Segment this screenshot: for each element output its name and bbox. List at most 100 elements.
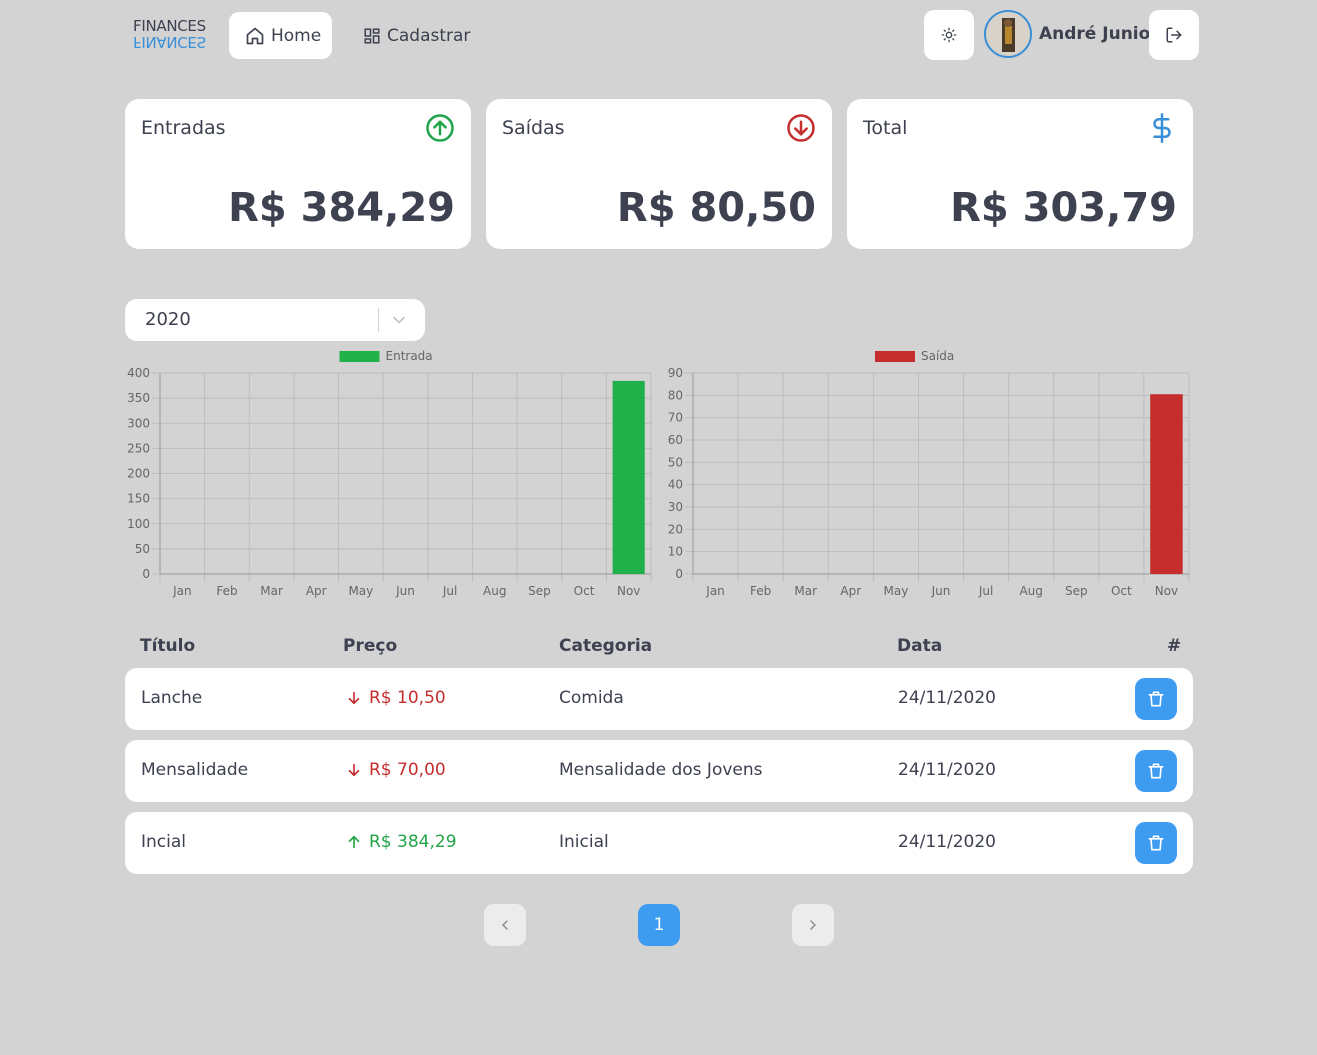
expense-value: R$ 80,50 — [616, 185, 816, 231]
x-tick-label: May — [884, 584, 909, 598]
app-logo[interactable]: FINANCES FINANCES — [133, 18, 207, 52]
user-name: André Junior — [1039, 24, 1159, 44]
x-tick-label: Jun — [395, 584, 415, 598]
header-category: Categoria — [559, 636, 653, 656]
x-tick-label: Jan — [705, 584, 725, 598]
row-price: R$ 70,00 — [345, 760, 446, 780]
logout-button[interactable] — [1149, 10, 1199, 60]
table-row: Incial R$ 384,29 Inicial 24/11/2020 — [125, 812, 1193, 874]
page-button-current[interactable]: 1 — [638, 904, 680, 946]
chart-legend: Saída — [875, 349, 954, 363]
row-category: Comida — [559, 688, 624, 708]
chart-bar — [612, 380, 645, 574]
logo-reflection: FINANCES — [133, 33, 206, 51]
total-card: Total R$ 303,79 — [847, 99, 1193, 249]
x-tick-label: Nov — [617, 584, 640, 598]
logo-text: FINANCES — [133, 17, 206, 35]
arrow-up-icon — [348, 835, 360, 849]
nav-home-label: Home — [271, 25, 322, 46]
legend-label: Saída — [921, 349, 954, 363]
x-tick-label: Apr — [306, 584, 327, 598]
x-tick-label: Jan — [172, 584, 192, 598]
row-price: R$ 384,29 — [345, 832, 457, 852]
chevron-down-icon[interactable] — [389, 310, 409, 334]
x-tick-label: Jun — [931, 584, 951, 598]
y-tick-label: 50 — [668, 455, 683, 469]
theme-toggle-button[interactable] — [924, 10, 974, 60]
y-tick-label: 40 — [668, 478, 683, 492]
x-tick-label: Feb — [750, 584, 771, 598]
y-tick-label: 350 — [127, 391, 150, 405]
next-page-button[interactable] — [792, 904, 834, 946]
income-label: Entradas — [141, 117, 226, 139]
table-row: Lanche R$ 10,50 Comida 24/11/2020 — [125, 668, 1193, 730]
x-tick-label: Jul — [978, 584, 993, 598]
dollar-icon — [1147, 113, 1177, 147]
row-date: 24/11/2020 — [898, 832, 996, 852]
arrow-down-circle-icon — [786, 113, 816, 147]
x-tick-label: Oct — [1111, 584, 1132, 598]
y-tick-label: 0 — [142, 567, 150, 581]
expense-label: Saídas — [502, 117, 565, 139]
delete-button[interactable] — [1135, 822, 1177, 864]
row-price: R$ 10,50 — [345, 688, 446, 708]
legend-label: Entrada — [386, 349, 433, 363]
y-tick-label: 300 — [127, 416, 150, 430]
y-tick-label: 400 — [127, 366, 150, 380]
x-tick-label: Oct — [574, 584, 595, 598]
income-chart: Entrada 0 50 100 150 200 250 300 350 400 Jan Feb Mar… — [127, 349, 652, 598]
row-price-value: R$ 384,29 — [369, 832, 457, 852]
y-tick-label: 90 — [668, 366, 683, 380]
year-select-value: 2020 — [145, 309, 191, 330]
header-actions: # — [1167, 636, 1182, 656]
row-price-value: R$ 70,00 — [369, 760, 446, 780]
chevron-right-icon — [810, 920, 816, 930]
row-category: Mensalidade dos Jovens — [559, 760, 763, 780]
income-card: Entradas R$ 384,29 — [125, 99, 471, 249]
y-tick-label: 50 — [135, 542, 150, 556]
arrow-up-circle-icon — [425, 113, 455, 147]
legend-swatch — [339, 351, 380, 362]
expense-chart: Saída 0 10 20 30 40 50 60 70 80 90 Jan Feb Mar Apr May J… — [668, 349, 1190, 598]
y-tick-label: 200 — [127, 467, 150, 481]
row-title: Mensalidade — [141, 760, 249, 780]
row-date: 24/11/2020 — [898, 760, 996, 780]
x-tick-label: Nov — [1155, 584, 1178, 598]
y-tick-label: 60 — [668, 433, 683, 447]
chevron-left-icon — [502, 920, 508, 930]
total-label: Total — [863, 117, 908, 139]
x-tick-label: Aug — [483, 584, 506, 598]
delete-button[interactable] — [1135, 750, 1177, 792]
header-price: Preço — [343, 636, 398, 656]
nav-home[interactable]: Home — [229, 12, 332, 59]
y-tick-label: 250 — [127, 441, 150, 455]
header-title: Título — [140, 636, 196, 656]
grid-icon — [364, 28, 380, 43]
nav-cadastrar[interactable]: Cadastrar — [363, 12, 473, 59]
x-tick-label: May — [348, 584, 373, 598]
x-tick-label: Apr — [840, 584, 861, 598]
y-tick-label: 0 — [675, 567, 683, 581]
row-title: Incial — [141, 832, 186, 852]
income-value: R$ 384,29 — [228, 185, 455, 231]
header-date: Data — [897, 636, 943, 656]
avatar[interactable] — [984, 10, 1032, 58]
delete-button[interactable] — [1135, 678, 1177, 720]
home-icon — [246, 27, 264, 44]
chart-bar — [1150, 394, 1183, 574]
x-tick-label: Sep — [1065, 584, 1088, 598]
prev-page-button[interactable] — [484, 904, 526, 946]
year-select[interactable]: 2020 — [125, 299, 425, 341]
x-tick-label: Feb — [216, 584, 237, 598]
x-tick-label: Aug — [1019, 584, 1042, 598]
row-price-value: R$ 10,50 — [369, 688, 446, 708]
arrow-down-icon — [348, 691, 360, 705]
trash-icon — [1148, 691, 1164, 707]
row-category: Inicial — [559, 832, 609, 852]
total-value: R$ 303,79 — [950, 185, 1177, 231]
table-row: Mensalidade R$ 70,00 Mensalidade dos Jov… — [125, 740, 1193, 802]
y-tick-label: 20 — [668, 522, 683, 536]
row-date: 24/11/2020 — [898, 688, 996, 708]
y-tick-label: 70 — [668, 411, 683, 425]
sun-icon — [941, 27, 957, 43]
